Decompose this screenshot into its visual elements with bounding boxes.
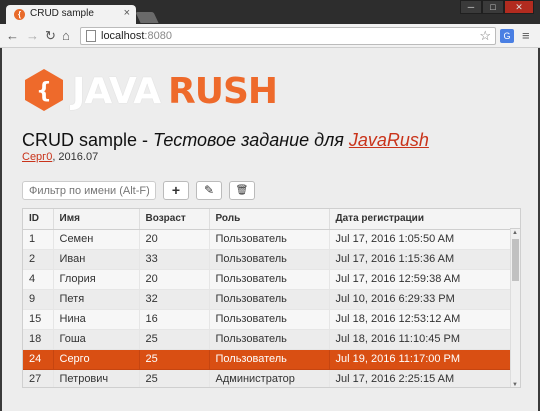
minimize-button[interactable]: ─ [460,0,482,14]
forward-arrow-icon[interactable]: → [26,28,39,44]
reload-icon[interactable]: ↻ [45,28,56,44]
name-filter-input[interactable] [22,181,156,200]
scroll-down-arrow-icon[interactable]: ▼ [512,382,518,387]
window-controls: ─ □ ✕ [460,0,534,14]
cell-id: 18 [23,329,54,350]
maximize-button[interactable]: □ [482,0,504,14]
cell-role: Пользователь [209,329,330,350]
bookmark-star-icon[interactable]: ☆ [479,28,491,44]
logo-rush-text: RUSH [168,71,278,112]
url-port: :8080 [144,30,172,42]
scroll-thumb[interactable] [512,239,519,281]
cell-role: Пользователь [209,349,330,370]
logo-hexagon-icon: { [25,69,63,111]
cell-id: 24 [23,349,54,370]
title-bar: { CRUD sample × ─ □ ✕ [0,0,540,24]
table-row[interactable]: 4 Глория 20 Пользователь Jul 17, 2016 12:59:… [23,269,511,290]
table-scrollbar[interactable]: ▲ ▼ [510,229,520,387]
cell-name: Гоша [53,329,140,350]
page-viewport: { JAVA RUSH CRUD sample - Тестовое задан… [0,48,540,411]
cell-name: Петрович [53,369,140,387]
column-header-registration-date[interactable]: Дата регистрации [329,209,511,230]
logo-java-text: JAVA [72,71,161,112]
cell-registration-date: Jul 18, 2016 12:53:12 AM [329,309,511,330]
translate-extension-icon[interactable]: G [500,29,514,43]
cell-registration-date: Jul 17, 2016 1:15:36 AM [329,249,511,270]
author-line: Серг0, 2016.07 [22,151,98,163]
cell-age: 33 [139,249,210,270]
url-text: localhost:8080 [101,30,172,42]
cell-registration-date: Jul 17, 2016 2:25:15 AM [329,369,511,387]
back-arrow-icon[interactable]: ← [6,28,19,44]
cell-name: Петя [53,289,140,310]
column-header-age[interactable]: Возраст [139,209,210,230]
cell-name: Нина [53,309,140,330]
tab-title: CRUD sample [30,8,94,19]
address-bar[interactable]: localhost:8080 ☆ [80,27,496,45]
cell-role: Администратор [209,369,330,387]
tab-close-icon[interactable]: × [124,7,130,19]
scroll-up-arrow-icon[interactable]: ▲ [512,230,518,236]
cell-role: Пользователь [209,249,330,270]
javarush-favicon-icon: { [14,9,25,20]
cell-registration-date: Jul 17, 2016 12:59:38 AM [329,269,511,290]
table-row[interactable]: 9 Петя 32 Пользователь Jul 10, 2016 6:29:33 … [23,289,511,310]
cell-id: 1 [23,229,54,250]
cell-role: Пользователь [209,309,330,330]
cell-id: 9 [23,289,54,310]
cell-name: Семен [53,229,140,250]
home-icon[interactable]: ⌂ [62,28,70,44]
page-icon [86,30,96,42]
add-button[interactable]: + [163,181,189,200]
column-header-name[interactable]: Имя [53,209,140,230]
cell-age: 25 [139,369,210,387]
table-row[interactable]: 2 Иван 33 Пользователь Jul 17, 2016 1:15:36 … [23,249,511,270]
cell-age: 16 [139,309,210,330]
svg-text:{: { [36,79,52,104]
cell-role: Пользователь [209,229,330,250]
cell-name: Серго [53,349,140,370]
url-host: localhost [101,30,145,42]
cell-registration-date: Jul 10, 2016 6:29:33 PM [329,289,511,310]
table-row[interactable]: 15 Нина 16 Пользователь Jul 18, 2016 12:53:1… [23,309,511,330]
table-row[interactable]: 27 Петрович 25 Администратор Jul 17, 2016 2:… [23,369,511,387]
cell-registration-date: Jul 19, 2016 11:17:00 PM [329,349,511,370]
cell-name: Иван [53,249,140,270]
table-row[interactable]: 18 Гоша 25 Пользователь Jul 18, 2016 11:10:4… [23,329,511,350]
cell-id: 27 [23,369,54,387]
browser-tab[interactable]: { CRUD sample × [6,5,136,24]
table-row-selected[interactable]: 24 Серго 25 Пользователь Jul 19, 2016 11:17:… [23,349,511,370]
cell-name: Глория [53,269,140,290]
users-table: ID Имя Возраст Роль Дата регистрации 1 Се… [22,208,521,388]
browser-toolbar: ← → ↻ ⌂ localhost:8080 ☆ G ≡ [0,24,540,48]
edit-button[interactable]: ✎ [196,181,222,200]
cell-role: Пользователь [209,269,330,290]
cell-registration-date: Jul 17, 2016 1:05:50 AM [329,229,511,250]
table-header-row: ID Имя Возраст Роль Дата регистрации [23,209,511,230]
cell-age: 25 [139,349,210,370]
title-prefix: CRUD sample - [22,130,154,150]
page-title: CRUD sample - Тестовое задание для JavaR… [22,130,429,151]
column-header-role[interactable]: Роль [209,209,330,230]
cell-id: 4 [23,269,54,290]
cell-id: 2 [23,249,54,270]
cell-registration-date: Jul 18, 2016 11:10:45 PM [329,329,511,350]
delete-button[interactable]: 🗑 [229,181,255,200]
cell-age: 20 [139,229,210,250]
javarush-link[interactable]: JavaRush [349,130,429,150]
author-link[interactable]: Серг0 [22,151,52,163]
cell-age: 20 [139,269,210,290]
cell-age: 25 [139,329,210,350]
menu-icon[interactable]: ≡ [522,28,530,43]
close-window-button[interactable]: ✕ [504,0,534,14]
table-row[interactable]: 1 Семен 20 Пользователь Jul 17, 2016 1:05:50… [23,229,511,250]
cell-age: 32 [139,289,210,310]
title-italic: Тестовое задание для [153,130,349,150]
date-text: 2016.07 [55,151,99,163]
cell-id: 15 [23,309,54,330]
cell-role: Пользователь [209,289,330,310]
header-corner [510,209,520,229]
new-tab-button[interactable] [135,12,159,23]
column-header-id[interactable]: ID [23,209,54,230]
